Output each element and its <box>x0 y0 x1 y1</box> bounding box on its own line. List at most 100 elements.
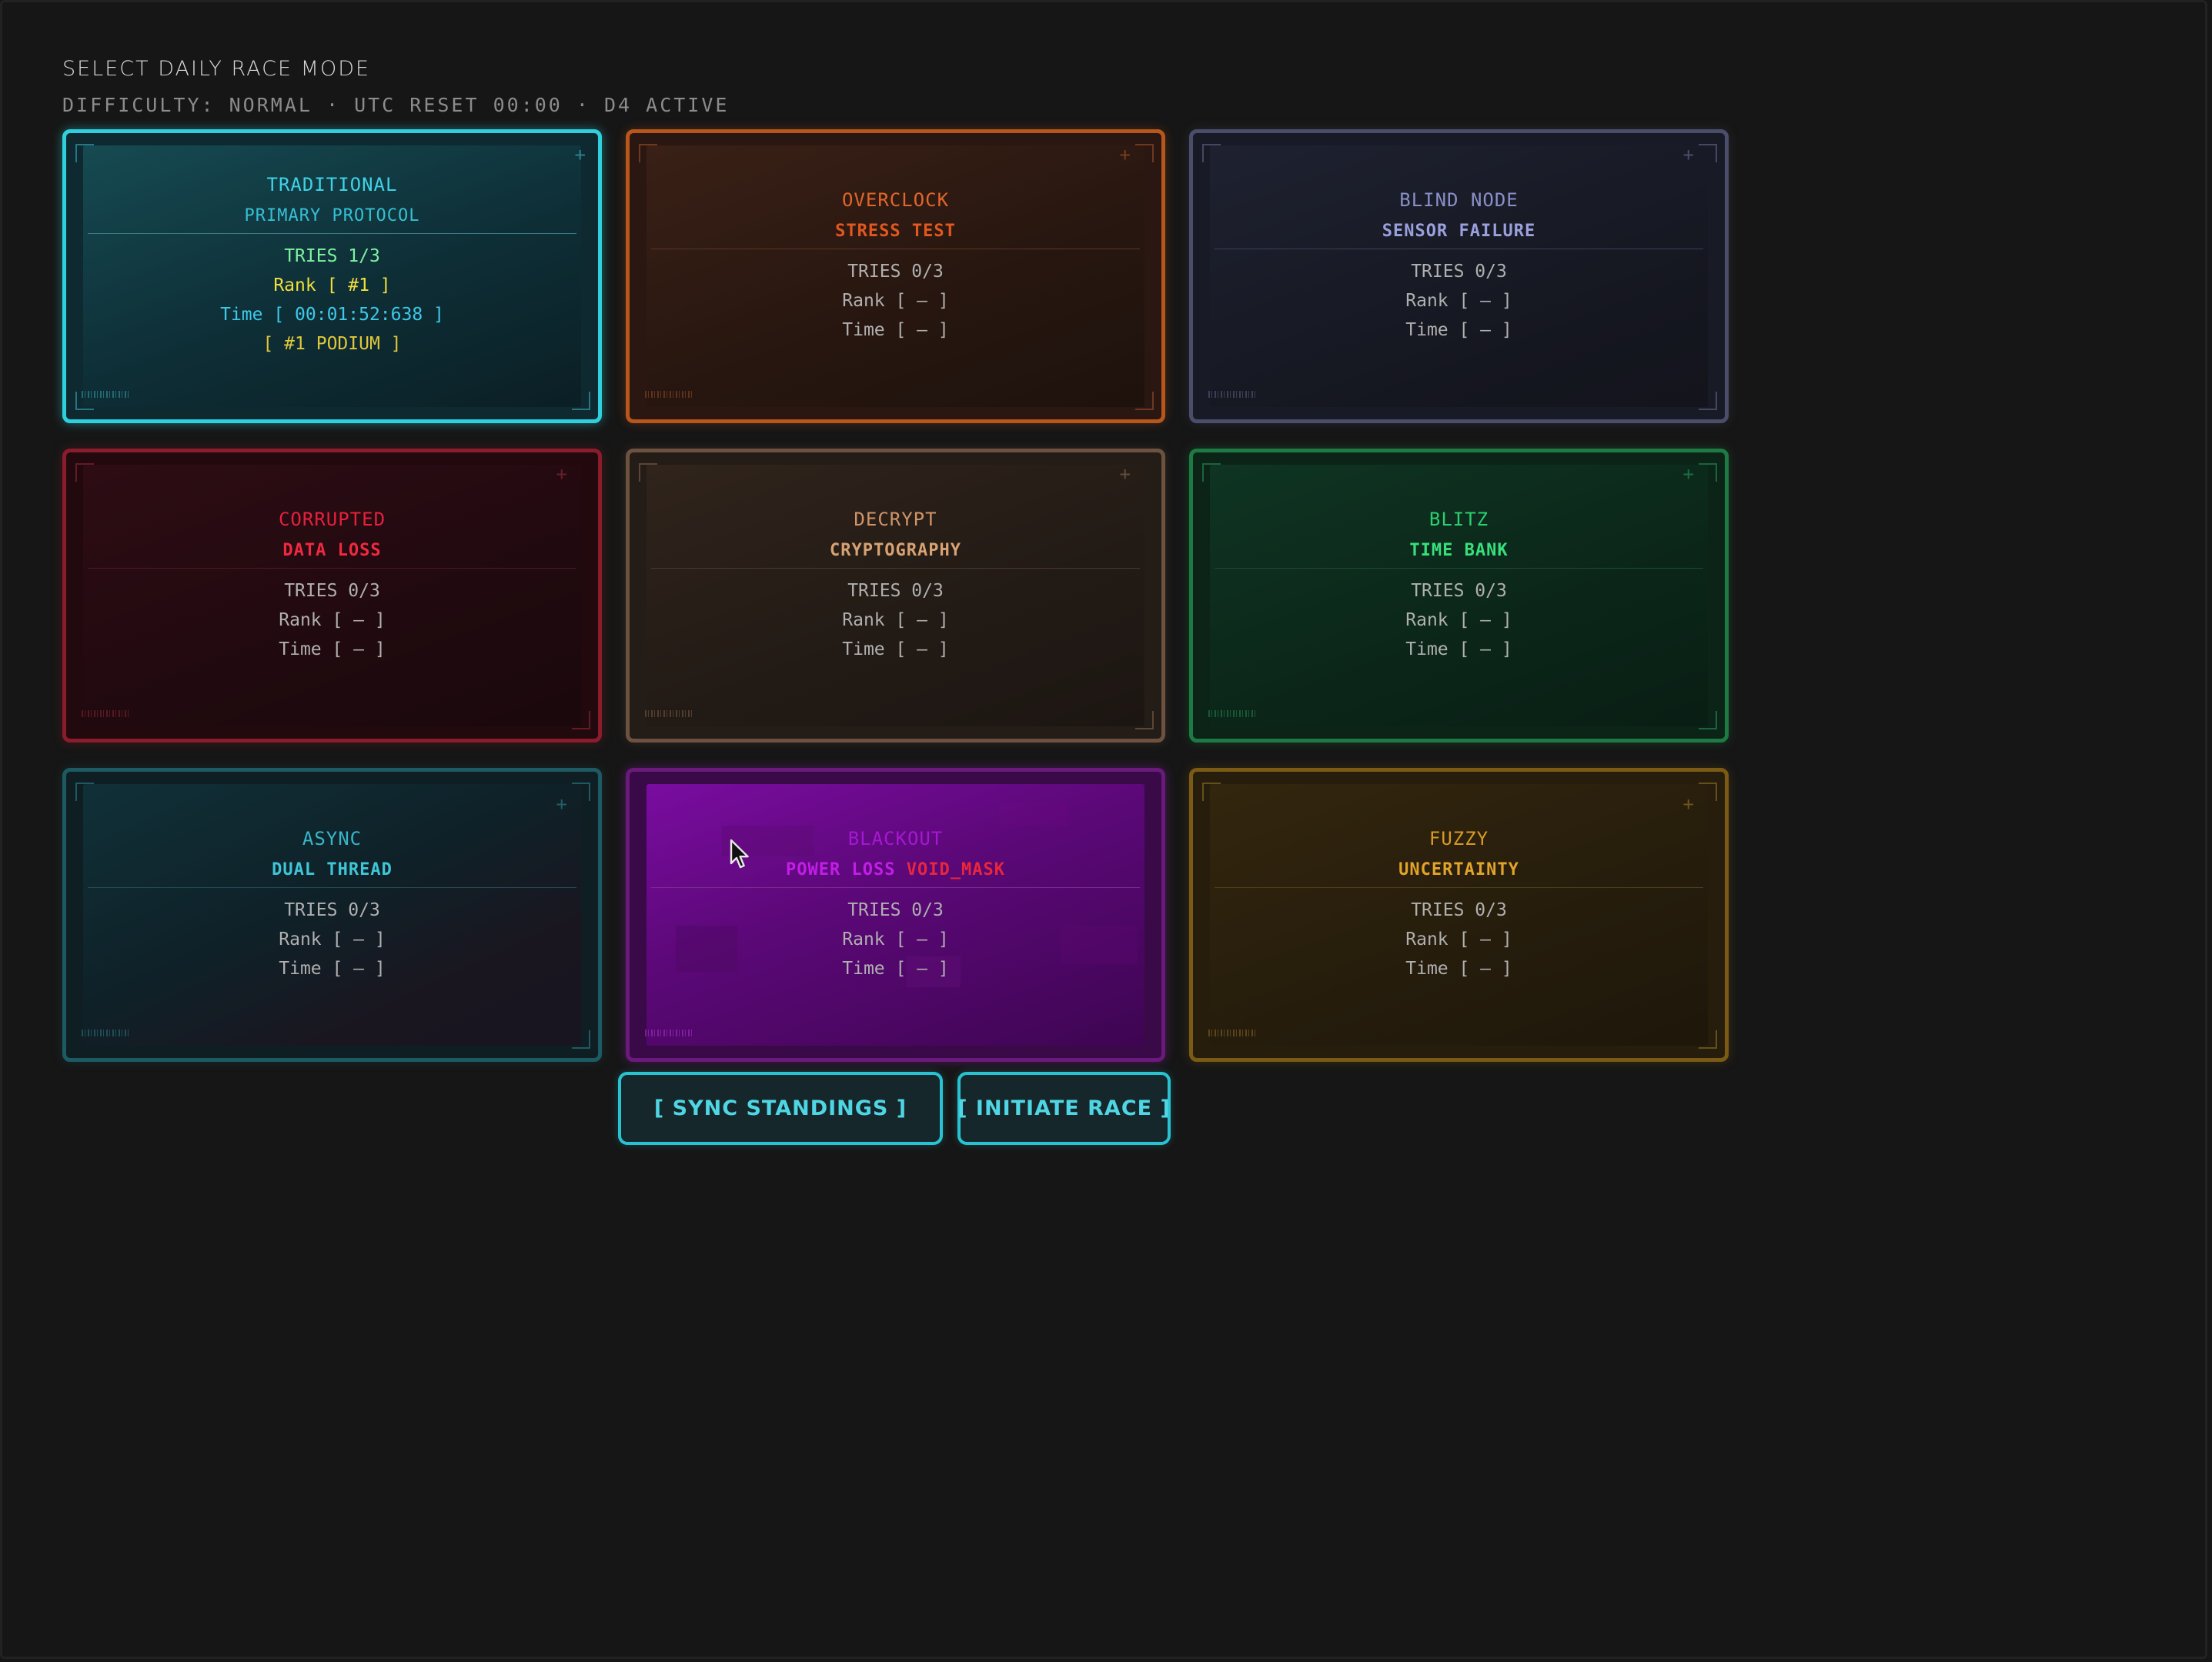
mode-title: BLIND NODE <box>1399 189 1519 211</box>
tries-count: TRIES 0/3 <box>847 581 944 601</box>
time-value: Time [ – ] <box>1405 959 1512 979</box>
plus-icon: + <box>574 144 586 165</box>
rank-value: Rank [ – ] <box>842 929 949 949</box>
card-content: CORRUPTED DATA LOSS TRIES 0/3 Rank [ – ]… <box>88 508 576 664</box>
time-value: Time [ – ] <box>1405 320 1512 340</box>
mode-card-blitz[interactable]: + BLITZ TIME BANK TRIES 0/3 Rank [ – ] T… <box>1189 449 1729 743</box>
plus-icon: + <box>1682 144 1694 165</box>
glitch-tag: VOID_MASK <box>906 860 1005 879</box>
mode-card-overclock[interactable]: + OVERCLOCK STRESS TEST TRIES 0/3 Rank [… <box>626 129 1165 423</box>
corner-bracket-icon <box>639 463 657 482</box>
mode-title: OVERCLOCK <box>841 189 950 211</box>
time-value: Time [ – ] <box>842 320 949 340</box>
mode-title: TRADITIONAL <box>266 174 398 195</box>
mode-card-async[interactable]: + ASYNC DUAL THREAD TRIES 0/3 Rank [ – ]… <box>62 768 602 1062</box>
tries-count: TRIES 0/3 <box>1411 262 1507 282</box>
tries-count: TRIES 0/3 <box>1411 581 1507 601</box>
plus-icon: + <box>556 463 567 485</box>
rank-value: Rank [ – ] <box>279 610 386 630</box>
mode-card-blind-node[interactable]: + BLIND NODE SENSOR FAILURE TRIES 0/3 Ra… <box>1189 129 1729 423</box>
corner-bracket-icon <box>1699 392 1717 410</box>
rank-value: Rank [ #1 ] <box>273 275 391 295</box>
corner-bracket-icon <box>1699 1030 1717 1049</box>
divider <box>88 568 576 569</box>
initiate-race-button[interactable]: [ INITIATE RACE ] <box>957 1072 1171 1145</box>
rank-value: Rank [ – ] <box>842 291 949 311</box>
mouse-cursor-icon <box>730 839 749 869</box>
time-value: Time [ 00:01:52:638 ] <box>220 305 444 325</box>
time-value: Time [ – ] <box>842 639 949 659</box>
rank-value: Rank [ – ] <box>1405 291 1512 311</box>
plus-icon: + <box>1119 144 1131 165</box>
corner-bracket-icon <box>1202 783 1221 801</box>
plus-icon: + <box>1682 793 1694 815</box>
rank-value: Rank [ – ] <box>1405 929 1512 949</box>
time-value: Time [ – ] <box>842 959 949 979</box>
mode-card-traditional[interactable]: + TRADITIONAL PRIMARY PROTOCOL TRIES 1/3… <box>62 129 602 423</box>
corner-bracket-icon <box>572 711 590 729</box>
card-content: BLITZ TIME BANK TRIES 0/3 Rank [ – ] Tim… <box>1215 508 1703 664</box>
podium-badge: [ #1 PODIUM ] <box>262 334 402 354</box>
corner-bracket-icon <box>1699 463 1717 482</box>
divider <box>88 233 576 234</box>
mode-subtitle: STRESS TEST <box>835 222 956 241</box>
mode-subtitle: UNCERTAINTY <box>1398 860 1519 879</box>
mode-card-decrypt[interactable]: + DECRYPT CRYPTOGRAPHY TRIES 0/3 Rank [ … <box>626 449 1165 743</box>
mode-subtitle: PRIMARY PROTOCOL <box>244 206 420 225</box>
mode-title: BLACKOUT <box>847 828 944 849</box>
tries-count: TRIES 0/3 <box>847 900 944 920</box>
rank-value: Rank [ – ] <box>279 929 386 949</box>
divider <box>1215 568 1703 569</box>
corner-bracket-icon <box>1202 463 1221 482</box>
time-value: Time [ – ] <box>279 639 386 659</box>
corner-bracket-icon <box>75 783 94 801</box>
mode-title: BLITZ <box>1428 509 1489 530</box>
corner-bracket-icon <box>1135 711 1154 729</box>
corner-bracket-icon <box>1699 783 1717 801</box>
barcode-icon <box>645 710 694 717</box>
mode-subtitle: SENSOR FAILURE <box>1382 222 1536 241</box>
divider <box>651 568 1140 569</box>
tries-count: TRIES 0/3 <box>284 900 380 920</box>
mode-card-fuzzy[interactable]: + FUZZY UNCERTAINTY TRIES 0/3 Rank [ – ]… <box>1189 768 1729 1062</box>
rank-value: Rank [ – ] <box>1405 610 1512 630</box>
mode-card-blackout[interactable]: BLACKOUT POWER LOSS VOID_MASK TRIES 0/3 … <box>626 768 1165 1062</box>
corner-bracket-icon <box>1699 144 1717 162</box>
divider <box>1215 887 1703 888</box>
barcode-icon <box>82 1030 131 1036</box>
barcode-icon <box>82 391 131 398</box>
sync-standings-button[interactable]: [ SYNC STANDINGS ] <box>618 1072 943 1145</box>
plus-icon: + <box>1119 463 1131 485</box>
tries-count: TRIES 0/3 <box>1411 900 1507 920</box>
corner-bracket-icon <box>572 392 590 410</box>
card-content: ASYNC DUAL THREAD TRIES 0/3 Rank [ – ] T… <box>88 827 576 983</box>
page-title: SELECT DAILY RACE MODE <box>62 57 371 81</box>
corner-bracket-icon <box>75 144 94 162</box>
divider <box>88 887 576 888</box>
barcode-icon <box>1208 710 1258 717</box>
corner-bracket-icon <box>572 1030 590 1049</box>
rank-value: Rank [ – ] <box>842 610 949 630</box>
plus-icon: + <box>1682 463 1694 485</box>
mode-title: ASYNC <box>302 828 363 849</box>
corner-bracket-icon <box>1202 144 1221 162</box>
corner-bracket-icon <box>1135 392 1154 410</box>
mode-subtitle: POWER LOSS VOID_MASK <box>651 859 1140 881</box>
barcode-icon <box>645 391 694 398</box>
mode-subtitle: DUAL THREAD <box>272 860 393 879</box>
time-value: Time [ – ] <box>1405 639 1512 659</box>
card-content: BLIND NODE SENSOR FAILURE TRIES 0/3 Rank… <box>1215 189 1703 345</box>
mode-subtitle-text: POWER LOSS <box>786 860 896 879</box>
plus-icon: + <box>556 793 567 815</box>
card-content: TRADITIONAL PRIMARY PROTOCOL TRIES 1/3 R… <box>88 173 576 359</box>
tries-count: TRIES 1/3 <box>284 246 380 266</box>
corner-bracket-icon <box>75 463 94 482</box>
mode-subtitle: DATA LOSS <box>282 541 382 560</box>
mode-title: FUZZY <box>1428 828 1489 849</box>
barcode-icon <box>82 710 131 717</box>
barcode-icon <box>1208 1030 1258 1036</box>
mode-title: CORRUPTED <box>278 509 386 530</box>
mode-subtitle: TIME BANK <box>1409 541 1509 560</box>
mode-card-corrupted[interactable]: + CORRUPTED DATA LOSS TRIES 0/3 Rank [ –… <box>62 449 602 743</box>
barcode-icon <box>645 1030 694 1036</box>
